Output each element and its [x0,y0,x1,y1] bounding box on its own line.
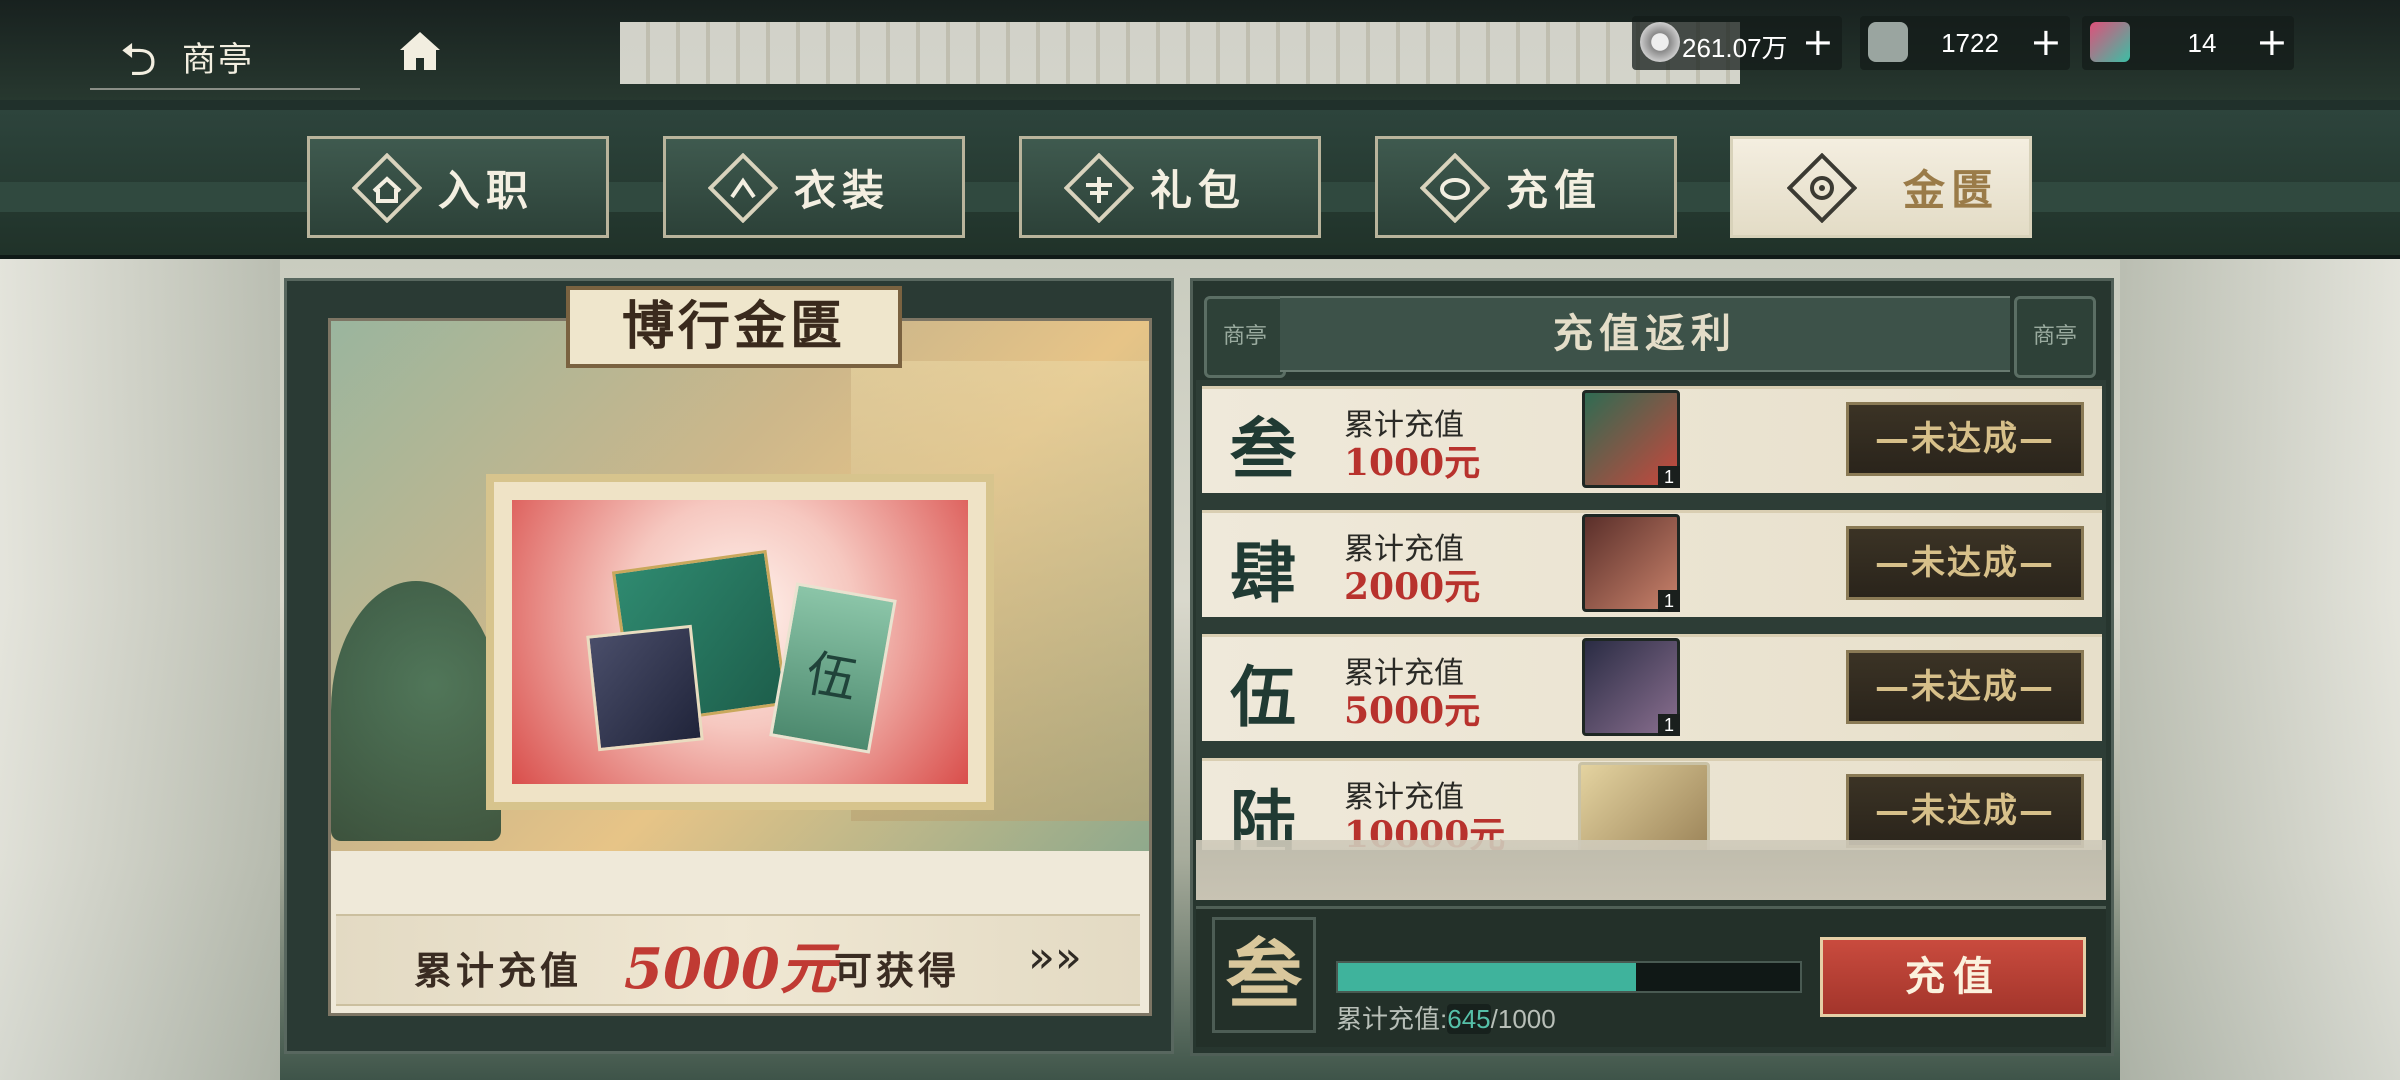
reward-item-quantity: 1 [1658,466,1680,488]
rebate-row: 伍 累计充值 5000元 1 —未达成— [1196,628,2106,744]
cumulative-reward-banner[interactable]: 累计充值 5000元 可获得 »» [336,914,1140,1006]
gem-icon [2090,22,2130,62]
recharge-button[interactable]: 充值 [1820,937,2086,1017]
tab-recharge-label: 充值 [1506,166,1603,215]
house-icon [352,153,422,223]
list-bottom-fade [1196,840,2106,900]
claim-status-label: —未达成— [1875,419,2055,459]
left-seal-decoration: 商亭 [1204,296,1286,378]
rebate-list[interactable]: 叁 累计充值 1000元 1 —未达成— 肆 累计充值 2000元 1 —未达成… [1196,380,2106,850]
add-gem-button[interactable]: + [2256,20,2288,64]
progress-current: 645 [1447,1004,1491,1034]
reward-item-quantity: 1 [1658,590,1680,612]
background-left-wall [0,250,280,1080]
rebate-tier: 陆 [1230,782,1296,850]
rebate-tier: 伍 [1230,658,1296,736]
currency-gem-value: 14 [2187,28,2217,58]
rebate-amount: 2000元 [1344,566,1481,608]
back-label: 商亭 [182,40,254,80]
coin-purse-icon [1420,153,1490,223]
tab-entry-label: 入职 [438,166,535,215]
current-tier: 叁 [1226,930,1302,1019]
cumulative-prefix: 累计充值 [414,948,583,993]
rebate-amount: 1000元 [1344,442,1481,484]
rebate-tier: 叁 [1230,410,1296,488]
claim-status-label: —未达成— [1875,543,2055,583]
chevrons-right-icon: »» [1028,932,1082,983]
claim-status-label: —未达成— [1875,791,2055,831]
progress-target: 1000 [1497,1004,1556,1034]
rebate-title: 充值返利 [1553,310,1737,357]
home-icon [400,32,440,70]
right-seal-text: 商亭 [2032,324,2077,349]
ceiling-light-decoration [620,22,1740,84]
gift-icon [1064,153,1134,223]
progress-separator: / [1490,1004,1498,1034]
add-coin-button[interactable]: + [1802,20,1834,64]
tab-gift[interactable]: 礼包 [1019,136,1321,238]
reward-image: 伍 [512,500,968,784]
tab-gift-label: 礼包 [1150,166,1247,215]
rebate-row: 陆 累计充值 10000元 —未达成— [1196,752,2106,850]
claim-status-button[interactable]: —未达成— [1846,402,2084,476]
character-card-image [586,624,704,752]
clothing-icon [708,153,778,223]
progress-area: 叁 累计充值:645/1000 充值 [1196,906,2106,1047]
currency-gem: 14 + [2082,16,2294,70]
progress-label: 累计充值: [1336,1004,1448,1034]
currency-coin: 261.07万 + [1632,16,1842,70]
showcase-title: 博行金匮 [621,296,846,357]
rebate-row: 叁 累计充值 1000元 1 —未达成— [1196,380,2106,496]
currency-token: 1722 + [1860,16,2070,70]
reward-image-frame[interactable]: 伍 [486,474,994,810]
currency-token-value: 1722 [1941,28,1999,58]
rebate-row: 肆 累计充值 2000元 1 —未达成— [1196,504,2106,620]
token-icon [1868,22,1908,62]
claim-status-button[interactable]: —未达成— [1846,526,2084,600]
claim-status-button[interactable]: —未达成— [1846,650,2084,724]
tab-treasure-chest[interactable]: 金匮 [1730,136,2032,238]
tab-recharge[interactable]: 充值 [1375,136,1677,238]
tab-costume[interactable]: 衣装 [663,136,965,238]
reward-item-quantity: 1 [1658,714,1680,736]
tier-card-image: 伍 [769,582,897,754]
current-tier-seal: 叁 [1212,917,1316,1033]
showcase-title-plate: 博行金匮 [566,286,902,368]
right-seal-decoration: 商亭 [2014,296,2096,378]
left-seal-text: 商亭 [1222,324,1267,349]
cumulative-amount: 5000元 [624,936,836,1002]
cumulative-suffix: 可获得 [834,948,961,993]
claim-status-button[interactable]: —未达成— [1846,774,2084,848]
home-button[interactable] [390,20,450,80]
coin-icon [1640,22,1680,62]
tab-entry[interactable]: 入职 [307,136,609,238]
back-button[interactable]: ⮌ 商亭 [90,20,360,90]
progress-bar [1336,961,1802,993]
rebate-amount: 5000元 [1344,690,1481,732]
rebate-header: 充值返利 [1280,296,2010,372]
claim-status-label: —未达成— [1875,667,2055,707]
progress-text: 累计充值:645/1000 [1336,999,1556,1036]
tier-card-char: 伍 [801,643,862,710]
tab-treasure-chest-label: 金匮 [1903,166,2000,215]
back-arrow-icon: ⮌ [120,32,157,86]
background-right-wall [2120,250,2400,1080]
progress-bar-fill [1338,963,1636,991]
rebate-tier: 肆 [1230,534,1296,612]
chest-icon [1787,153,1857,223]
reward-item-box-icon[interactable] [1578,762,1710,850]
tab-costume-label: 衣装 [794,166,891,215]
add-token-button[interactable]: + [2030,20,2062,64]
recharge-button-label: 充值 [1905,953,2001,1000]
currency-coin-value: 261.07万 [1682,33,1788,63]
plant-decoration [331,581,501,841]
